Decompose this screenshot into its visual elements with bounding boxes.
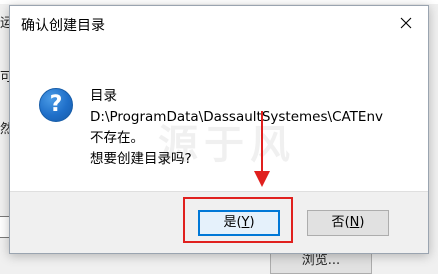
close-button[interactable] [384,6,428,40]
no-button[interactable]: 否(N) [307,210,389,236]
message-line: 目录 [90,88,117,104]
watermark: 源于风 [158,122,296,168]
dialog-title-bar[interactable]: 确认创建目录 [10,6,428,40]
question-icon: ? [39,88,73,122]
annotation-arrow-icon [254,111,270,187]
background-top-strip [0,0,438,4]
dialog-title: 确认创建目录 [21,18,105,34]
annotation-highlight-box [183,197,293,243]
dialog-content: ? 目录 D:\ProgramData\DassaultSystemes\CAT… [10,40,428,191]
no-label: 否 [331,215,345,230]
no-accelerator: N [349,215,360,230]
close-icon [400,17,412,29]
